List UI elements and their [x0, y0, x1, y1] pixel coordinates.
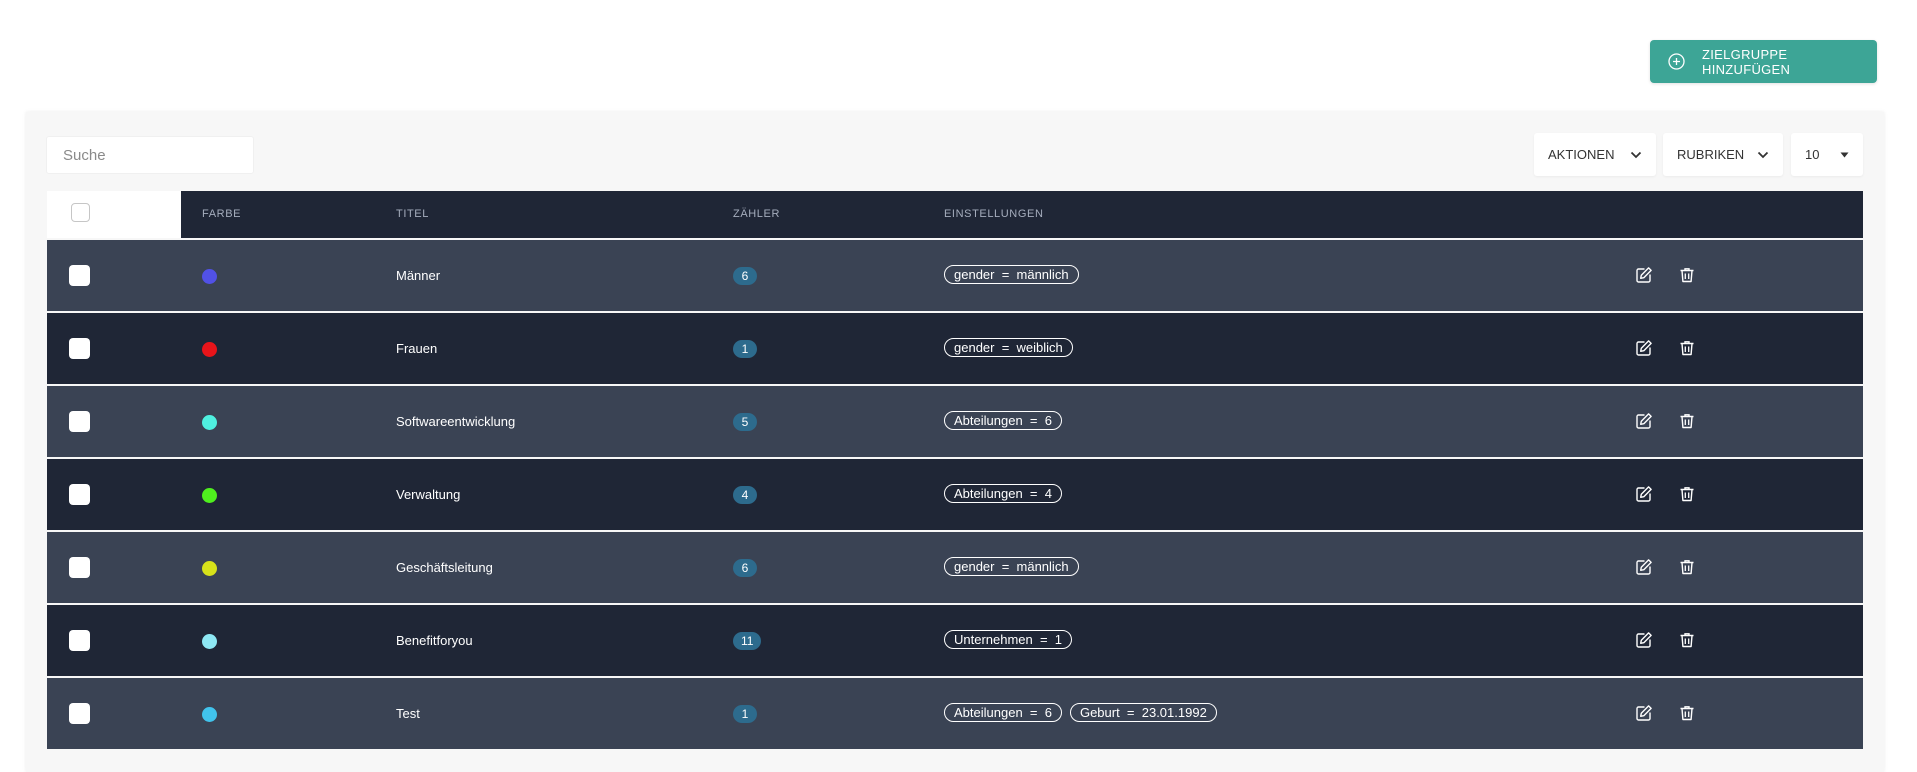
- trash-icon[interactable]: [1678, 485, 1696, 503]
- row-checkbox[interactable]: [69, 630, 90, 651]
- table-row[interactable]: Benefitforyou 11 Unternehmen = 1: [47, 605, 1863, 676]
- trash-icon[interactable]: [1678, 631, 1696, 649]
- setting-pill: Abteilungen = 6: [944, 411, 1062, 430]
- setting-pill: Abteilungen = 6: [944, 703, 1062, 722]
- row-checkbox[interactable]: [69, 484, 90, 505]
- settings-list: Abteilungen = 6 Geburt = 23.01.1992: [944, 703, 1217, 722]
- actions-dropdown[interactable]: AKTIONEN: [1534, 133, 1656, 176]
- row-checkbox[interactable]: [69, 557, 90, 578]
- row-title: Benefitforyou: [396, 633, 473, 648]
- row-title: Test: [396, 706, 420, 721]
- count-badge: 1: [733, 340, 757, 358]
- columns-dropdown[interactable]: RUBRIKEN: [1663, 133, 1783, 176]
- page-size-select[interactable]: 10: [1791, 133, 1863, 176]
- plus-circle-icon: [1668, 53, 1685, 70]
- color-dot: [202, 415, 217, 430]
- color-dot: [202, 634, 217, 649]
- edit-icon[interactable]: [1635, 704, 1653, 722]
- edit-icon[interactable]: [1635, 558, 1653, 576]
- table-row[interactable]: Frauen 1 gender = weiblich: [47, 313, 1863, 384]
- settings-list: Abteilungen = 4: [944, 484, 1062, 503]
- row-checkbox[interactable]: [69, 265, 90, 286]
- color-dot: [202, 342, 217, 357]
- row-title: Softwareentwicklung: [396, 414, 516, 429]
- actions-label: AKTIONEN: [1548, 147, 1615, 162]
- row-checkbox[interactable]: [69, 703, 90, 724]
- chevron-down-icon: [1630, 151, 1642, 159]
- search-input[interactable]: [46, 136, 254, 174]
- caret-down-icon: [1840, 152, 1849, 158]
- add-target-group-button[interactable]: ZIELGRUPPE HINZUFÜGEN: [1650, 40, 1877, 83]
- trash-icon[interactable]: [1678, 266, 1696, 284]
- table-row[interactable]: Männer 6 gender = männlich: [47, 240, 1863, 311]
- edit-icon[interactable]: [1635, 631, 1653, 649]
- settings-list: Abteilungen = 6: [944, 411, 1062, 430]
- add-target-group-label: ZIELGRUPPE HINZUFÜGEN: [1702, 46, 1791, 77]
- trash-icon[interactable]: [1678, 704, 1696, 722]
- color-dot: [202, 269, 217, 284]
- trash-icon[interactable]: [1678, 558, 1696, 576]
- count-badge: 6: [733, 267, 757, 285]
- row-title: Frauen: [396, 341, 438, 356]
- row-checkbox[interactable]: [69, 338, 90, 359]
- column-header-settings[interactable]: EINSTELLUNGEN: [944, 191, 1044, 238]
- edit-icon[interactable]: [1635, 266, 1653, 284]
- table-row[interactable]: Softwareentwicklung 5 Abteilungen = 6: [47, 386, 1863, 457]
- table-body: Männer 6 gender = männlich Frauen 1 gender = …: [47, 240, 1863, 749]
- columns-label: RUBRIKEN: [1677, 147, 1745, 162]
- edit-icon[interactable]: [1635, 485, 1653, 503]
- column-header-color[interactable]: FARBE: [202, 191, 241, 238]
- select-all-checkbox[interactable]: [71, 203, 90, 222]
- row-title: Männer: [396, 268, 441, 283]
- count-badge: 4: [733, 486, 757, 504]
- setting-pill: Abteilungen = 4: [944, 484, 1062, 503]
- trash-icon[interactable]: [1678, 339, 1696, 357]
- table-header: FARBE TITEL ZÄHLER EINSTELLUNGEN: [47, 191, 1863, 238]
- setting-pill: Geburt = 23.01.1992: [1069, 703, 1217, 722]
- settings-list: Unternehmen = 1: [944, 630, 1073, 649]
- table-row[interactable]: Geschäftsleitung 6 gender = männlich: [47, 532, 1863, 603]
- column-header-counter[interactable]: ZÄHLER: [733, 191, 780, 238]
- select-all-cell: [47, 191, 181, 238]
- settings-list: gender = männlich: [944, 557, 1079, 576]
- table-row[interactable]: Verwaltung 4 Abteilungen = 4: [47, 459, 1863, 530]
- setting-pill: Unternehmen = 1: [944, 630, 1073, 649]
- count-badge: 5: [733, 413, 757, 431]
- settings-list: gender = männlich: [944, 265, 1079, 284]
- column-header-title[interactable]: TITEL: [396, 191, 429, 238]
- color-dot: [202, 561, 217, 576]
- trash-icon[interactable]: [1678, 412, 1696, 430]
- count-badge: 6: [733, 559, 757, 577]
- setting-pill: gender = männlich: [944, 265, 1079, 284]
- chevron-down-icon: [1757, 151, 1769, 159]
- edit-icon[interactable]: [1635, 412, 1653, 430]
- table-row[interactable]: Test 1 Abteilungen = 6 Geburt = 23.01.1992: [47, 678, 1863, 749]
- count-badge: 11: [733, 632, 762, 650]
- setting-pill: gender = weiblich: [944, 338, 1073, 357]
- row-title: Geschäftsleitung: [396, 560, 493, 575]
- setting-pill: gender = männlich: [944, 557, 1079, 576]
- page-size-value: 10: [1805, 147, 1820, 162]
- count-badge: 1: [733, 705, 757, 723]
- target-groups-table: FARBE TITEL ZÄHLER EINSTELLUNGEN Männer 6…: [47, 191, 1863, 749]
- edit-icon[interactable]: [1635, 339, 1653, 357]
- color-dot: [202, 707, 217, 722]
- color-dot: [202, 488, 217, 503]
- settings-list: gender = weiblich: [944, 338, 1073, 357]
- row-title: Verwaltung: [396, 487, 461, 502]
- row-checkbox[interactable]: [69, 411, 90, 432]
